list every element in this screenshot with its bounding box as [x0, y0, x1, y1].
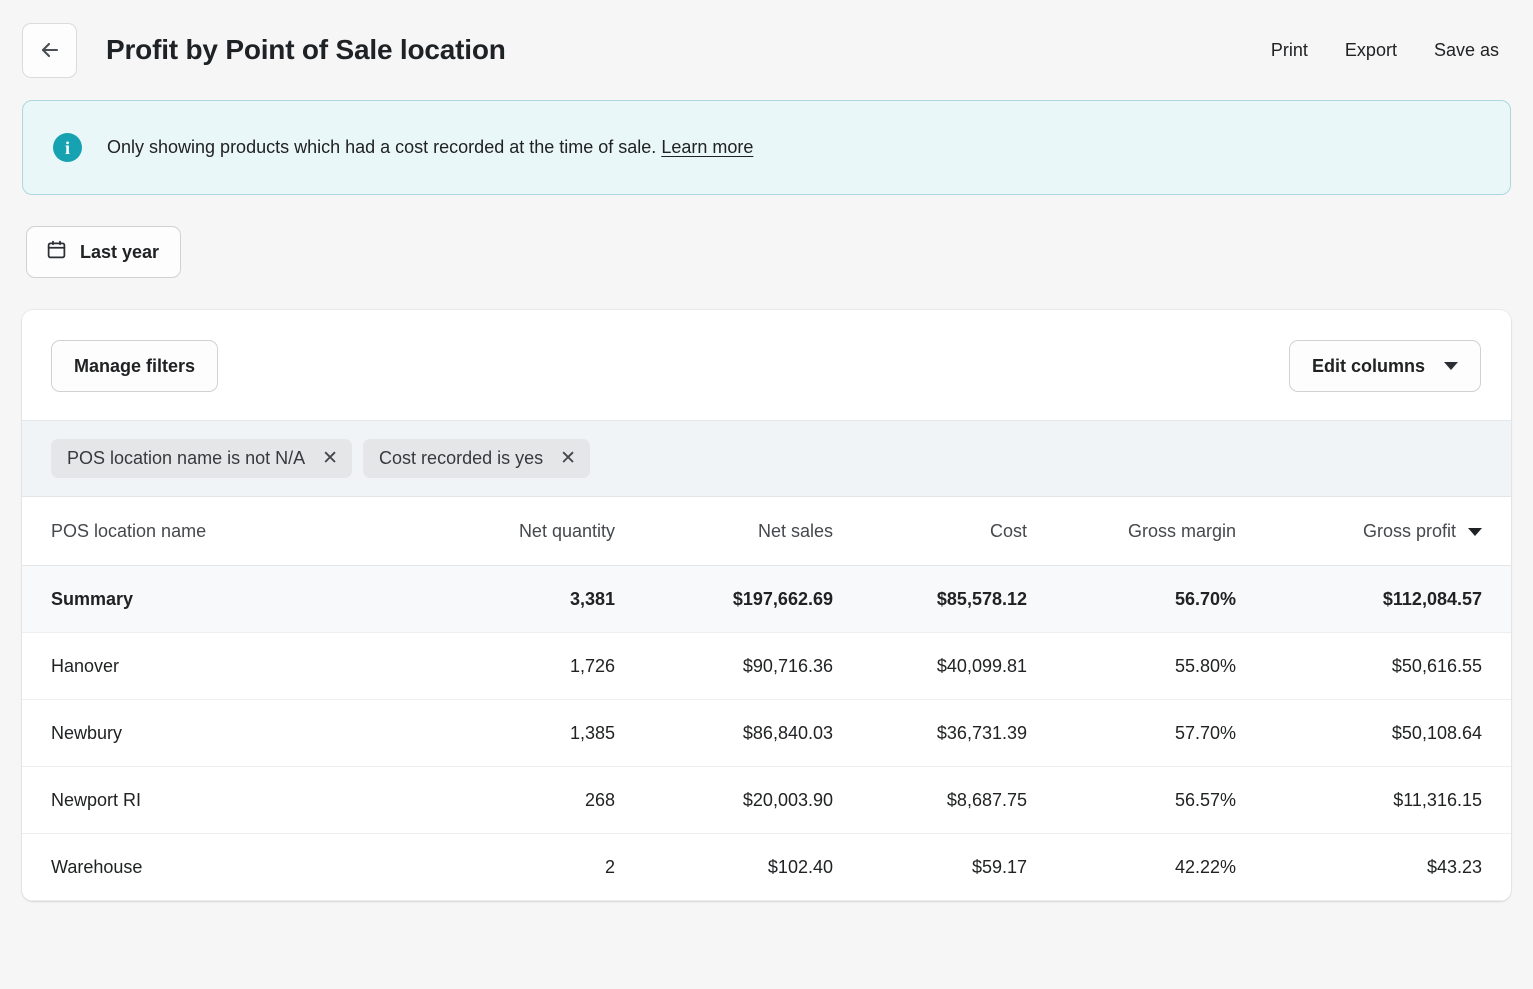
- manage-filters-button[interactable]: Manage filters: [51, 340, 219, 392]
- edit-columns-label: Edit columns: [1311, 355, 1425, 376]
- cell-gross-margin: 42.22%: [1052, 833, 1272, 901]
- date-range-label: Last year: [80, 241, 160, 262]
- date-range-button[interactable]: Last year: [26, 226, 182, 278]
- cell-net-sales: $86,840.03: [632, 699, 852, 767]
- cell-net-sales: $90,716.36: [632, 632, 852, 700]
- table-row[interactable]: Newport RI 268 $20,003.90 $8,687.75 56.5…: [22, 766, 1511, 834]
- save-as-button[interactable]: Save as: [1434, 40, 1499, 61]
- column-header-pos-location-name[interactable]: POS location name: [22, 497, 442, 566]
- cell-location-name: Warehouse: [22, 833, 442, 901]
- date-filter-row: Last year: [0, 195, 1533, 278]
- filter-chip[interactable]: POS location name is not N/A ✕: [51, 439, 353, 478]
- cell-net-quantity: 2: [442, 833, 632, 901]
- arrow-left-icon: [38, 38, 62, 62]
- cell-gross-profit: $43.23: [1272, 833, 1511, 901]
- back-button[interactable]: [22, 22, 77, 78]
- table-row-summary: Summary 3,381 $197,662.69 $85,578.12 56.…: [22, 565, 1511, 633]
- cell-cost: $85,578.12: [852, 565, 1052, 633]
- gross-profit-sort-control[interactable]: Gross profit: [1363, 521, 1482, 542]
- filter-chip-label: POS location name is not N/A: [67, 448, 306, 468]
- cell-net-quantity: 3,381: [442, 565, 632, 633]
- filter-chip-label: Cost recorded is yes: [379, 448, 544, 468]
- cell-gross-profit: $50,108.64: [1272, 699, 1511, 767]
- cell-cost: $40,099.81: [852, 632, 1052, 700]
- page-title: Profit by Point of Sale location: [106, 34, 506, 65]
- cell-location-name: Hanover: [22, 632, 442, 700]
- table-row[interactable]: Hanover 1,726 $90,716.36 $40,099.81 55.8…: [22, 632, 1511, 700]
- column-header-cost[interactable]: Cost: [852, 497, 1052, 566]
- table-row[interactable]: Warehouse 2 $102.40 $59.17 42.22% $43.23: [22, 833, 1511, 901]
- table-header: POS location name Net quantity Net sales…: [22, 497, 1511, 566]
- cell-location-name: Summary: [22, 565, 442, 633]
- cell-gross-margin: 56.57%: [1052, 766, 1272, 834]
- cell-gross-margin: 56.70%: [1052, 565, 1272, 633]
- column-header-gross-margin[interactable]: Gross margin: [1052, 497, 1272, 566]
- caret-down-icon: [1468, 527, 1482, 536]
- cell-net-sales: $20,003.90: [632, 766, 852, 834]
- info-circle-icon: i: [53, 133, 82, 162]
- table-header-row: POS location name Net quantity Net sales…: [22, 497, 1511, 566]
- column-header-gross-profit[interactable]: Gross profit: [1272, 497, 1511, 566]
- cell-cost: $36,731.39: [852, 699, 1052, 767]
- card-toolbar: Manage filters Edit columns: [22, 310, 1511, 420]
- close-icon[interactable]: ✕: [322, 449, 338, 468]
- cell-net-sales: $102.40: [632, 833, 852, 901]
- info-banner: i Only showing products which had a cost…: [22, 100, 1511, 195]
- close-icon[interactable]: ✕: [560, 449, 576, 468]
- filter-chip[interactable]: Cost recorded is yes ✕: [363, 439, 591, 478]
- learn-more-link[interactable]: Learn more: [661, 137, 753, 157]
- cell-gross-profit: $11,316.15: [1272, 766, 1511, 834]
- cell-net-quantity: 1,385: [442, 699, 632, 767]
- cell-location-name: Newbury: [22, 699, 442, 767]
- info-banner-text: Only showing products which had a cost r…: [107, 137, 753, 158]
- report-table: POS location name Net quantity Net sales…: [22, 497, 1511, 901]
- info-banner-message: Only showing products which had a cost r…: [107, 137, 657, 157]
- cell-net-quantity: 1,726: [442, 632, 632, 700]
- export-button[interactable]: Export: [1345, 40, 1397, 61]
- calendar-icon: [46, 239, 67, 265]
- print-button[interactable]: Print: [1271, 40, 1308, 61]
- active-filters-bar: POS location name is not N/A ✕ Cost reco…: [22, 420, 1511, 497]
- table-body: Summary 3,381 $197,662.69 $85,578.12 56.…: [22, 565, 1511, 901]
- cell-net-sales: $197,662.69: [632, 565, 852, 633]
- cell-gross-profit: $50,616.55: [1272, 632, 1511, 700]
- report-card: Manage filters Edit columns POS location…: [22, 310, 1511, 901]
- cell-location-name: Newport RI: [22, 766, 442, 834]
- cell-gross-margin: 57.70%: [1052, 699, 1272, 767]
- column-header-net-sales[interactable]: Net sales: [632, 497, 852, 566]
- edit-columns-button[interactable]: Edit columns: [1288, 340, 1481, 392]
- page-header: Profit by Point of Sale location Print E…: [0, 0, 1533, 100]
- chevron-down-icon: [1444, 362, 1458, 370]
- header-actions: Print Export Save as: [1271, 40, 1499, 61]
- cell-cost: $59.17: [852, 833, 1052, 901]
- column-header-gross-profit-label: Gross profit: [1362, 521, 1456, 541]
- cell-gross-margin: 55.80%: [1052, 632, 1272, 700]
- cell-net-quantity: 268: [442, 766, 632, 834]
- cell-gross-profit: $112,084.57: [1272, 565, 1511, 633]
- column-header-net-quantity[interactable]: Net quantity: [442, 497, 632, 566]
- cell-cost: $8,687.75: [852, 766, 1052, 834]
- table-row[interactable]: Newbury 1,385 $86,840.03 $36,731.39 57.7…: [22, 699, 1511, 767]
